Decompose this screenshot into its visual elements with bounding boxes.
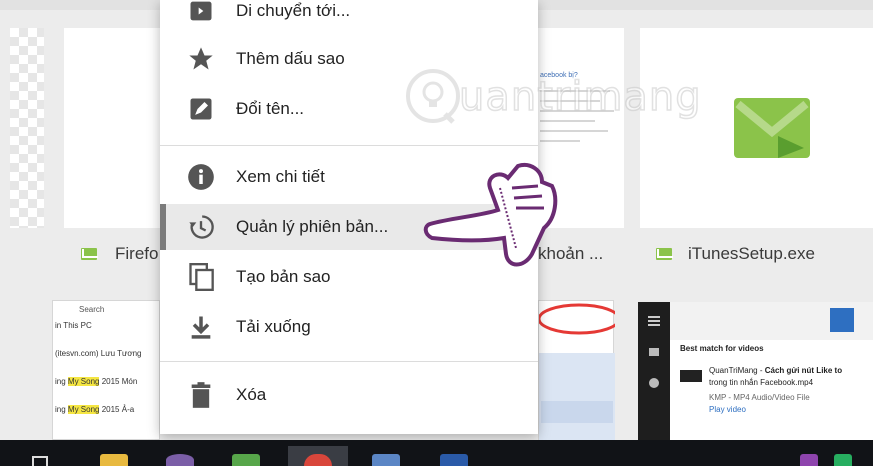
menu-separator: [160, 361, 538, 362]
task-view-icon[interactable]: [32, 456, 48, 466]
email-file-icon: [656, 248, 673, 260]
viber-icon[interactable]: [166, 454, 194, 466]
explorer-preview[interactable]: Search in This PC (itesvn.com) Lưu Tương…: [52, 300, 160, 440]
file-explorer-icon[interactable]: [100, 454, 128, 466]
explorer-row: ing My Song 2015 Ả-a: [55, 405, 135, 414]
tray-icon[interactable]: [800, 454, 818, 466]
explorer-search-label: Search: [79, 305, 105, 314]
document-app-icon[interactable]: [372, 454, 400, 466]
menu-item-label: Di chuyển tới...: [236, 1, 351, 20]
menu-item-delete[interactable]: Xóa: [160, 372, 538, 418]
history-icon: [189, 215, 214, 239]
pointing-hand-icon: [423, 163, 558, 267]
info-icon: [188, 164, 214, 190]
app-icon[interactable]: [232, 454, 260, 466]
cortana-result-title[interactable]: QuanTriMang - Cách gửi nút Like to: [709, 366, 842, 375]
star-icon: [189, 47, 213, 70]
taskbar-active-app[interactable]: [288, 446, 348, 466]
lightbulb-logo-icon: [406, 69, 460, 124]
menu-item-label: Xóa: [236, 385, 267, 404]
chrome-icon: [304, 454, 332, 466]
cortana-result-meta: KMP - MP4 Audio/Video File: [709, 393, 810, 402]
menu-item-label: Thêm dấu sao: [236, 49, 345, 68]
file-thumbnail-itunes[interactable]: [640, 28, 873, 228]
app-icon[interactable]: [440, 454, 468, 466]
move-to-icon: [190, 1, 212, 21]
cortana-play-link[interactable]: Play video: [709, 405, 746, 414]
menu-item-move-to[interactable]: Di chuyển tới...: [160, 0, 538, 34]
menu-item-label: Tải xuống: [236, 317, 311, 336]
video-filter-button[interactable]: [830, 308, 854, 332]
quantrimang-watermark: uantrimang: [405, 68, 701, 128]
red-annotation-ellipse: [539, 303, 615, 335]
menu-item-download[interactable]: Tải xuống: [160, 304, 538, 350]
file-thumbnail-firefox[interactable]: [64, 28, 160, 228]
file-label-itunes[interactable]: iTunesSetup.exe: [688, 244, 815, 264]
cortana-result-title-line2: trong tin nhắn Facebook.mp4: [709, 378, 814, 387]
email-file-icon: [81, 248, 98, 260]
facebook-preview[interactable]: [538, 300, 615, 441]
menu-separator: [160, 145, 538, 146]
watermark-text: uantrimang: [458, 73, 702, 121]
explorer-row: (itesvn.com) Lưu Tương: [55, 349, 142, 358]
cortana-sidebar: [638, 302, 670, 440]
file-thumbnail-partial[interactable]: [10, 28, 44, 228]
email-app-icon: [734, 98, 810, 158]
menu-item-label: Quản lý phiên bản...: [236, 217, 389, 236]
explorer-path-label: in This PC: [55, 321, 92, 330]
file-label-firefox[interactable]: Firefo: [115, 244, 158, 264]
menu-item-label: Tạo bản sao: [236, 267, 331, 286]
menu-item-label: Đổi tên...: [236, 99, 305, 118]
cortana-filter-bar[interactable]: [670, 302, 873, 340]
explorer-row: ing My Song 2015 Món: [55, 377, 138, 386]
download-icon: [191, 316, 211, 339]
tray-icon[interactable]: [834, 454, 852, 466]
copy-icon: [189, 263, 214, 291]
taskbar: [0, 440, 873, 466]
trash-icon: [191, 382, 211, 408]
rename-icon: [190, 98, 212, 120]
video-file-icon: [680, 370, 702, 382]
menu-item-label: Xem chi tiết: [236, 167, 325, 186]
cortana-heading: Best match for videos: [680, 344, 764, 353]
